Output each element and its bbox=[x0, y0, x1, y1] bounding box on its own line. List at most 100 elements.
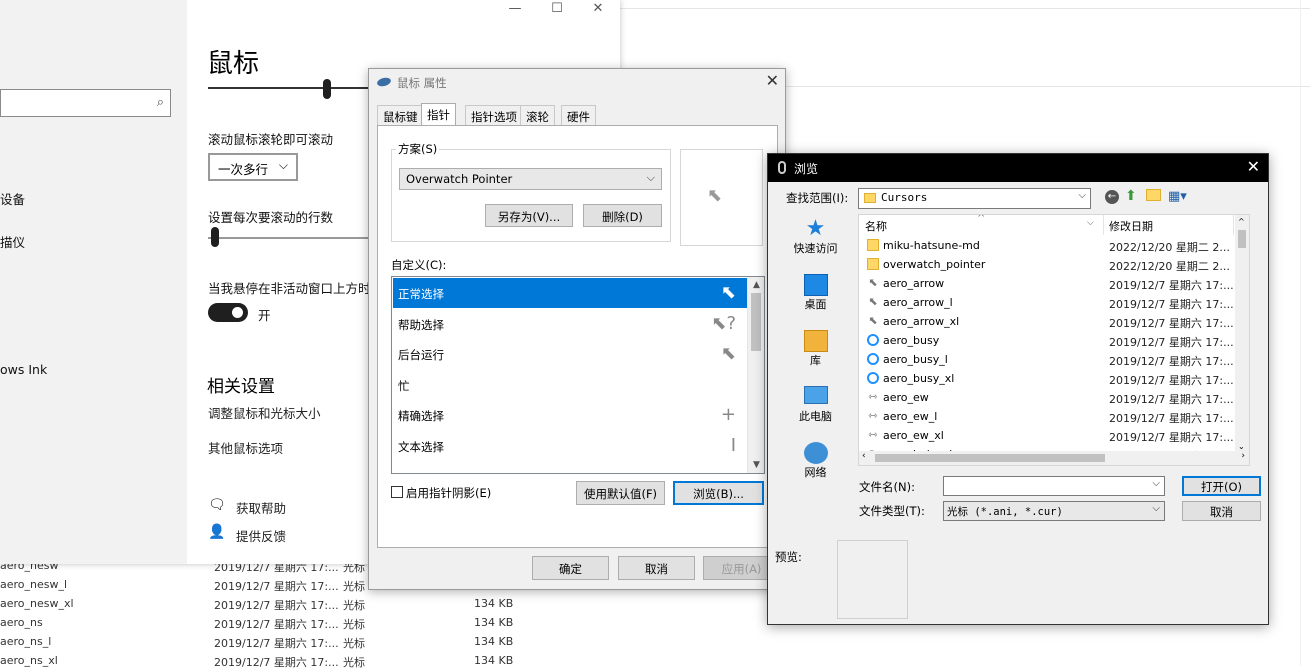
scheme-select[interactable]: Overwatch Pointer ⌵ bbox=[399, 168, 662, 190]
file-list-vscrollbar[interactable]: ^ ⌄ bbox=[1235, 215, 1249, 453]
places-bar: ★ 快速访问 桌面 库 此电脑 网络 bbox=[774, 210, 857, 479]
cursor-speed-slider[interactable] bbox=[208, 87, 370, 89]
view-menu-icon[interactable]: ▦▾ bbox=[1168, 189, 1187, 204]
sidebar-item-windows-ink[interactable]: ows Ink bbox=[0, 362, 47, 377]
maximize-button[interactable]: ☐ bbox=[542, 0, 572, 18]
file-row[interactable]: ⇿aero_ew2019/12/7 星期六 17:...光 bbox=[859, 388, 1249, 407]
tab-wheel[interactable]: 滚轮 bbox=[520, 105, 555, 126]
browse-button[interactable]: 浏览(B)... bbox=[673, 481, 764, 505]
tab-hardware[interactable]: 硬件 bbox=[561, 105, 596, 126]
feedback-icon: 👤 bbox=[208, 524, 226, 540]
file-row[interactable]: ⬉aero_arrow_xl2019/12/7 星期六 17:...光 bbox=[859, 312, 1249, 331]
tab-pointer-options[interactable]: 指针选项 bbox=[465, 105, 523, 126]
file-type: 光标 bbox=[343, 656, 365, 669]
place-network[interactable]: 网络 bbox=[774, 442, 857, 480]
get-help-link[interactable]: 获取帮助 bbox=[236, 498, 286, 517]
place-this-pc[interactable]: 此电脑 bbox=[774, 386, 857, 424]
up-folder-icon[interactable]: ⬆ bbox=[1125, 188, 1137, 204]
cursor-list-item[interactable]: 后台运行 ⬉ bbox=[393, 339, 748, 369]
scroll-mode-select[interactable]: 一次多行 ⌵ bbox=[208, 153, 298, 181]
sidebar-item-scanner[interactable]: 描仪 bbox=[0, 232, 25, 251]
file-name: aero_ew bbox=[883, 391, 929, 404]
settings-search-input[interactable]: ⌕ bbox=[0, 89, 171, 117]
place-quick-access[interactable]: ★ 快速访问 bbox=[774, 218, 857, 256]
file-modified: 2019/12/7 星期六 17:... bbox=[1109, 393, 1234, 406]
cancel-button[interactable]: 取消 bbox=[1182, 501, 1261, 521]
file-row[interactable]: ⇿aero_ew_xl2019/12/7 星期六 17:...光 bbox=[859, 426, 1249, 445]
explorer-scrollbar[interactable] bbox=[1300, 0, 1310, 666]
place-desktop[interactable]: 桌面 bbox=[774, 274, 857, 312]
use-default-button[interactable]: 使用默认值(F) bbox=[576, 481, 665, 505]
file-modified: 2019/12/7 星期六 17:... bbox=[1109, 374, 1234, 387]
file-row[interactable]: aero_busy_l2019/12/7 星期六 17:...动 bbox=[859, 350, 1249, 369]
mouse-icon bbox=[778, 161, 786, 174]
scroll-down-icon[interactable]: ⌄ bbox=[1238, 442, 1245, 451]
other-mouse-options-link[interactable]: 其他鼠标选项 bbox=[208, 438, 283, 457]
pointer-shadow-checkbox[interactable] bbox=[391, 486, 403, 498]
explorer-file-row[interactable]: aero_nesw_xl 2019/12/7 星期六 17:... 光标 134 KB bbox=[0, 594, 620, 613]
ok-button[interactable]: 确定 bbox=[532, 556, 609, 580]
scroll-thumb[interactable] bbox=[875, 454, 1105, 462]
file-date: 2019/12/7 星期六 17:... bbox=[214, 656, 339, 669]
feedback-link[interactable]: 提供反馈 bbox=[236, 526, 286, 545]
save-as-button[interactable]: 另存为(V)... bbox=[485, 204, 573, 227]
back-icon[interactable]: ← bbox=[1105, 190, 1119, 204]
cursor-list-item[interactable]: 忙 bbox=[393, 370, 748, 400]
new-folder-icon[interactable] bbox=[1146, 189, 1161, 201]
cancel-button[interactable]: 取消 bbox=[618, 556, 695, 580]
close-icon[interactable]: ✕ bbox=[766, 71, 779, 90]
file-name: aero_busy bbox=[883, 334, 940, 347]
tab-pointers[interactable]: 指针 bbox=[421, 103, 456, 126]
desktop-icon bbox=[803, 274, 828, 296]
look-in-select[interactable]: Cursors ⌵ bbox=[858, 188, 1091, 209]
tab-buttons[interactable]: 鼠标键 bbox=[377, 105, 424, 126]
cursor-speed-slider-thumb[interactable] bbox=[323, 79, 331, 99]
file-row[interactable]: ⇿aero_ew_l2019/12/7 星期六 17:...光 bbox=[859, 407, 1249, 426]
place-library[interactable]: 库 bbox=[774, 330, 857, 368]
scroll-up-icon[interactable]: ^ bbox=[1238, 217, 1245, 226]
place-label: 库 bbox=[810, 354, 821, 367]
explorer-file-row[interactable]: aero_ns_l 2019/12/7 星期六 17:... 光标 134 KB bbox=[0, 632, 620, 651]
file-list[interactable]: 名称 ^ ⌵ 修改日期 类 miku-hatsune-md 2022/12/20 … bbox=[858, 214, 1250, 466]
column-name[interactable]: 名称 bbox=[865, 218, 887, 234]
filename-input[interactable]: ⌵ bbox=[943, 476, 1165, 496]
file-row[interactable]: miku-hatsune-md2022/12/20 星期二 2...文 bbox=[859, 236, 1249, 255]
chevron-down-icon: ⌵ bbox=[646, 171, 655, 184]
sort-up-icon: ^ bbox=[977, 214, 986, 224]
file-row[interactable]: ⬉aero_arrow_l2019/12/7 星期六 17:...光 bbox=[859, 293, 1249, 312]
file-row[interactable]: ⬉aero_arrow2019/12/7 星期六 17:...光 bbox=[859, 274, 1249, 293]
file-row[interactable]: overwatch_pointer2022/12/20 星期二 2...文 bbox=[859, 255, 1249, 274]
explorer-file-row[interactable]: aero_ns_xl 2019/12/7 星期六 17:... 光标 134 KB bbox=[0, 651, 620, 670]
cursor-list-item[interactable]: 正常选择 ⬉ bbox=[393, 278, 748, 308]
scroll-up-icon[interactable]: ▲ bbox=[748, 277, 764, 293]
sidebar-item-devices[interactable]: 设备 bbox=[0, 189, 25, 208]
close-icon[interactable]: ✕ bbox=[1247, 157, 1260, 176]
file-modified: 2019/12/7 星期六 17:... bbox=[1109, 431, 1234, 444]
scroll-down-icon[interactable]: ▼ bbox=[748, 457, 764, 473]
scroll-lines-slider-thumb[interactable] bbox=[211, 227, 219, 247]
cursor-list[interactable]: 正常选择 ⬉ 帮助选择 ⬉? 后台运行 ⬉ 忙精确选择 + 文本选择 I ▲ ▼ bbox=[391, 276, 765, 474]
file-row[interactable]: aero_busy2019/12/7 星期六 17:...动 bbox=[859, 331, 1249, 350]
scheme-label: 方案(S) bbox=[396, 141, 440, 157]
cursor-list-scrollbar[interactable]: ▲ ▼ bbox=[747, 277, 764, 473]
scroll-thumb[interactable] bbox=[751, 293, 761, 351]
column-modified[interactable]: 修改日期 bbox=[1109, 218, 1153, 234]
cursor-list-item[interactable]: 文本选择 I bbox=[393, 431, 748, 461]
cursor-list-item[interactable]: 帮助选择 ⬉? bbox=[393, 309, 748, 339]
file-list-hscrollbar[interactable]: ‹ › bbox=[859, 451, 1249, 465]
cursor-list-item[interactable]: 精确选择 + bbox=[393, 400, 748, 430]
mouse-icon bbox=[376, 76, 392, 88]
adjust-size-link[interactable]: 调整鼠标和光标大小 bbox=[208, 403, 321, 422]
close-button[interactable]: ✕ bbox=[583, 0, 613, 18]
delete-button[interactable]: 删除(D) bbox=[583, 204, 662, 227]
scroll-thumb[interactable] bbox=[1238, 230, 1246, 248]
open-button[interactable]: 打开(O) bbox=[1182, 476, 1261, 496]
minimize-button[interactable]: — bbox=[500, 0, 530, 18]
filetype-select[interactable]: 光标 (*.ani, *.cur) ⌵ bbox=[943, 501, 1165, 521]
scroll-left-icon[interactable]: ‹ bbox=[862, 451, 866, 461]
explorer-file-row[interactable]: aero_ns 2019/12/7 星期六 17:... 光标 134 KB bbox=[0, 613, 620, 632]
chevron-down-icon[interactable]: ⌵ bbox=[1087, 218, 1094, 228]
scroll-lines-slider[interactable] bbox=[208, 237, 370, 239]
hover-scroll-toggle[interactable] bbox=[208, 303, 248, 322]
file-row[interactable]: aero_busy_xl2019/12/7 星期六 17:...动 bbox=[859, 369, 1249, 388]
